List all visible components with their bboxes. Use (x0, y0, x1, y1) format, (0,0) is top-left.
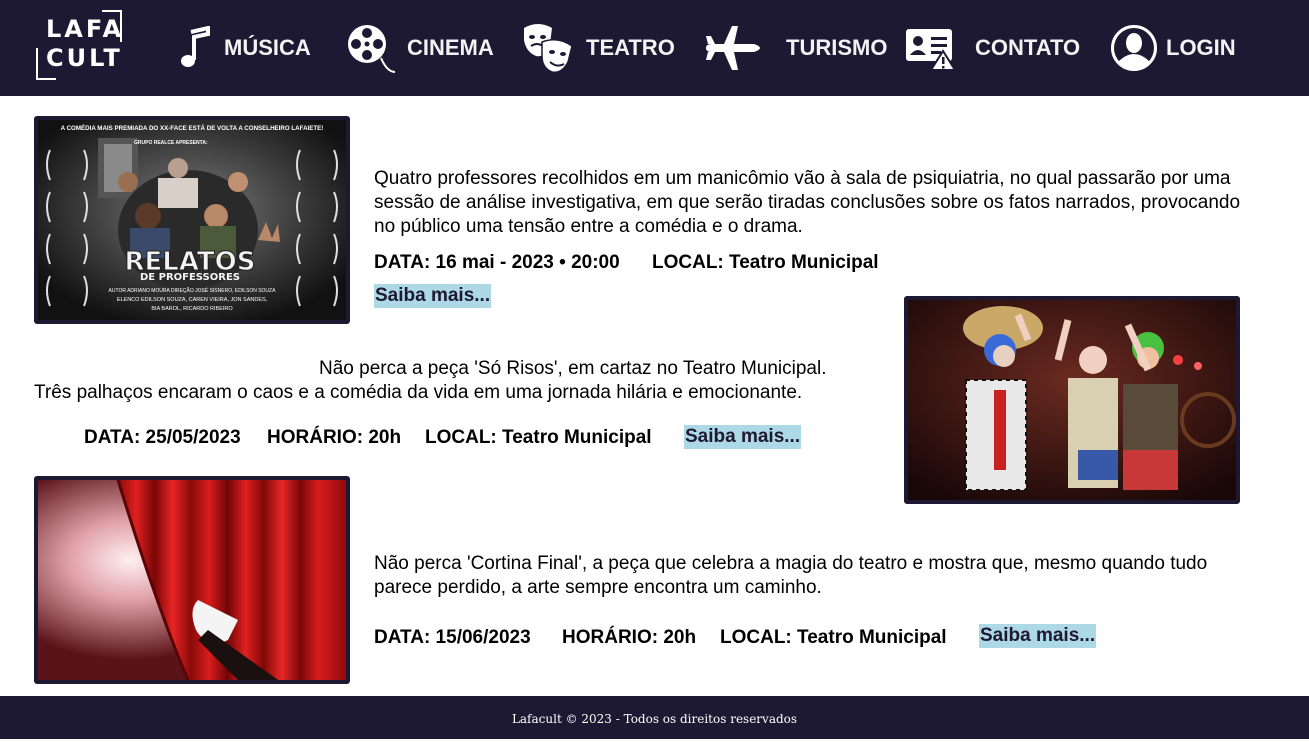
film-reel-icon (348, 25, 395, 73)
event-3-local: LOCAL: Teatro Municipal (720, 627, 947, 648)
nav-label-login: LOGIN (1166, 35, 1236, 60)
event-photo-cortina-final[interactable] (34, 476, 350, 684)
nav-label-musica: MÚSICA (224, 35, 311, 60)
poster-credits-2: ELENCO EDILSON SOUZA, CAREN VIEIRA, JON … (117, 297, 268, 303)
event-2-description-line-2: Três palhaços encaram o caos e a comédia… (34, 382, 803, 403)
lafacult-logo[interactable]: LAFA CULT (36, 10, 122, 80)
nav-item-teatro[interactable]: TEATRO (522, 22, 675, 74)
event-1-date: DATA: 16 mai - 2023 • 20:00 (374, 252, 620, 273)
poster-sub-text: GRUPO REALCE APRESENTA: (134, 140, 208, 146)
poster-top-text: A COMÉDIA MAIS PREMIADA DO XX-FACE ESTÁ … (61, 124, 324, 132)
nav-item-contato[interactable]: CONTATO (905, 22, 1080, 74)
event-2-local: LOCAL: Teatro Municipal (425, 427, 652, 448)
poster-title-2: DE PROFESSORES (140, 272, 240, 283)
nav-label-teatro: TEATRO (586, 35, 675, 60)
event-2-date: DATA: 25/05/2023 (84, 427, 241, 448)
event-photo-so-risos[interactable] (904, 296, 1240, 504)
event-3-date: DATA: 15/06/2023 (374, 627, 531, 648)
event-3-time: HORÁRIO: 20h (562, 627, 697, 648)
event-poster-relatos[interactable]: A COMÉDIA MAIS PREMIADA DO XX-FACE ESTÁ … (34, 116, 350, 324)
relatos-poster-image: A COMÉDIA MAIS PREMIADA DO XX-FACE ESTÁ … (38, 120, 346, 320)
poster-credits-1: AUTOR ADRIANO MOURA DIREÇÃO JOSÉ SISNERO… (109, 287, 277, 294)
nav-item-musica[interactable]: MÚSICA (178, 22, 311, 74)
nav-item-login[interactable]: LOGIN (1110, 22, 1236, 74)
poster-credits-3: BIA BAROL, RICARDO RIBEIRO (151, 306, 233, 312)
event-1-saiba-mais-link[interactable]: Saiba mais... (374, 284, 492, 308)
airplane-icon (706, 26, 760, 70)
event-2-saiba-mais-link[interactable]: Saiba mais... (684, 425, 802, 449)
nav-item-cinema[interactable]: CINEMA (347, 22, 494, 74)
event-3-saiba-mais-link[interactable]: Saiba mais... (979, 624, 1097, 648)
user-avatar-icon (1111, 25, 1157, 71)
logo-line-2: CULT (46, 44, 123, 72)
logo-line-1: LAFA (46, 15, 125, 43)
red-curtain-image (38, 480, 346, 680)
footer: Lafacult © 2023 - Todos os direitos rese… (0, 696, 1309, 739)
nav-item-turismo[interactable]: TURISMO (702, 22, 887, 74)
so-risos-photo-image (908, 300, 1236, 500)
event-2-time: HORÁRIO: 20h (267, 427, 402, 448)
contact-card-alert-icon (906, 29, 957, 71)
music-note-icon (181, 26, 210, 67)
theater-masks-icon (524, 24, 573, 74)
navbar: LAFA CULT MÚSICA CINEMA TEATRO TURISMO C… (0, 0, 1309, 96)
event-1-description: Quatro professores recolhidos em um mani… (374, 168, 1241, 237)
nav-label-cinema: CINEMA (407, 35, 494, 60)
footer-copyright: Lafacult © 2023 - Todos os direitos rese… (511, 712, 798, 726)
nav-label-turismo: TURISMO (786, 35, 888, 60)
event-3-description: Não perca 'Cortina Final', a peça que ce… (374, 553, 1208, 598)
event-2-description-line-1: Não perca a peça 'Só Risos', em cartaz n… (319, 358, 827, 379)
event-1-local: LOCAL: Teatro Municipal (652, 252, 879, 273)
nav-label-contato: CONTATO (975, 35, 1081, 60)
